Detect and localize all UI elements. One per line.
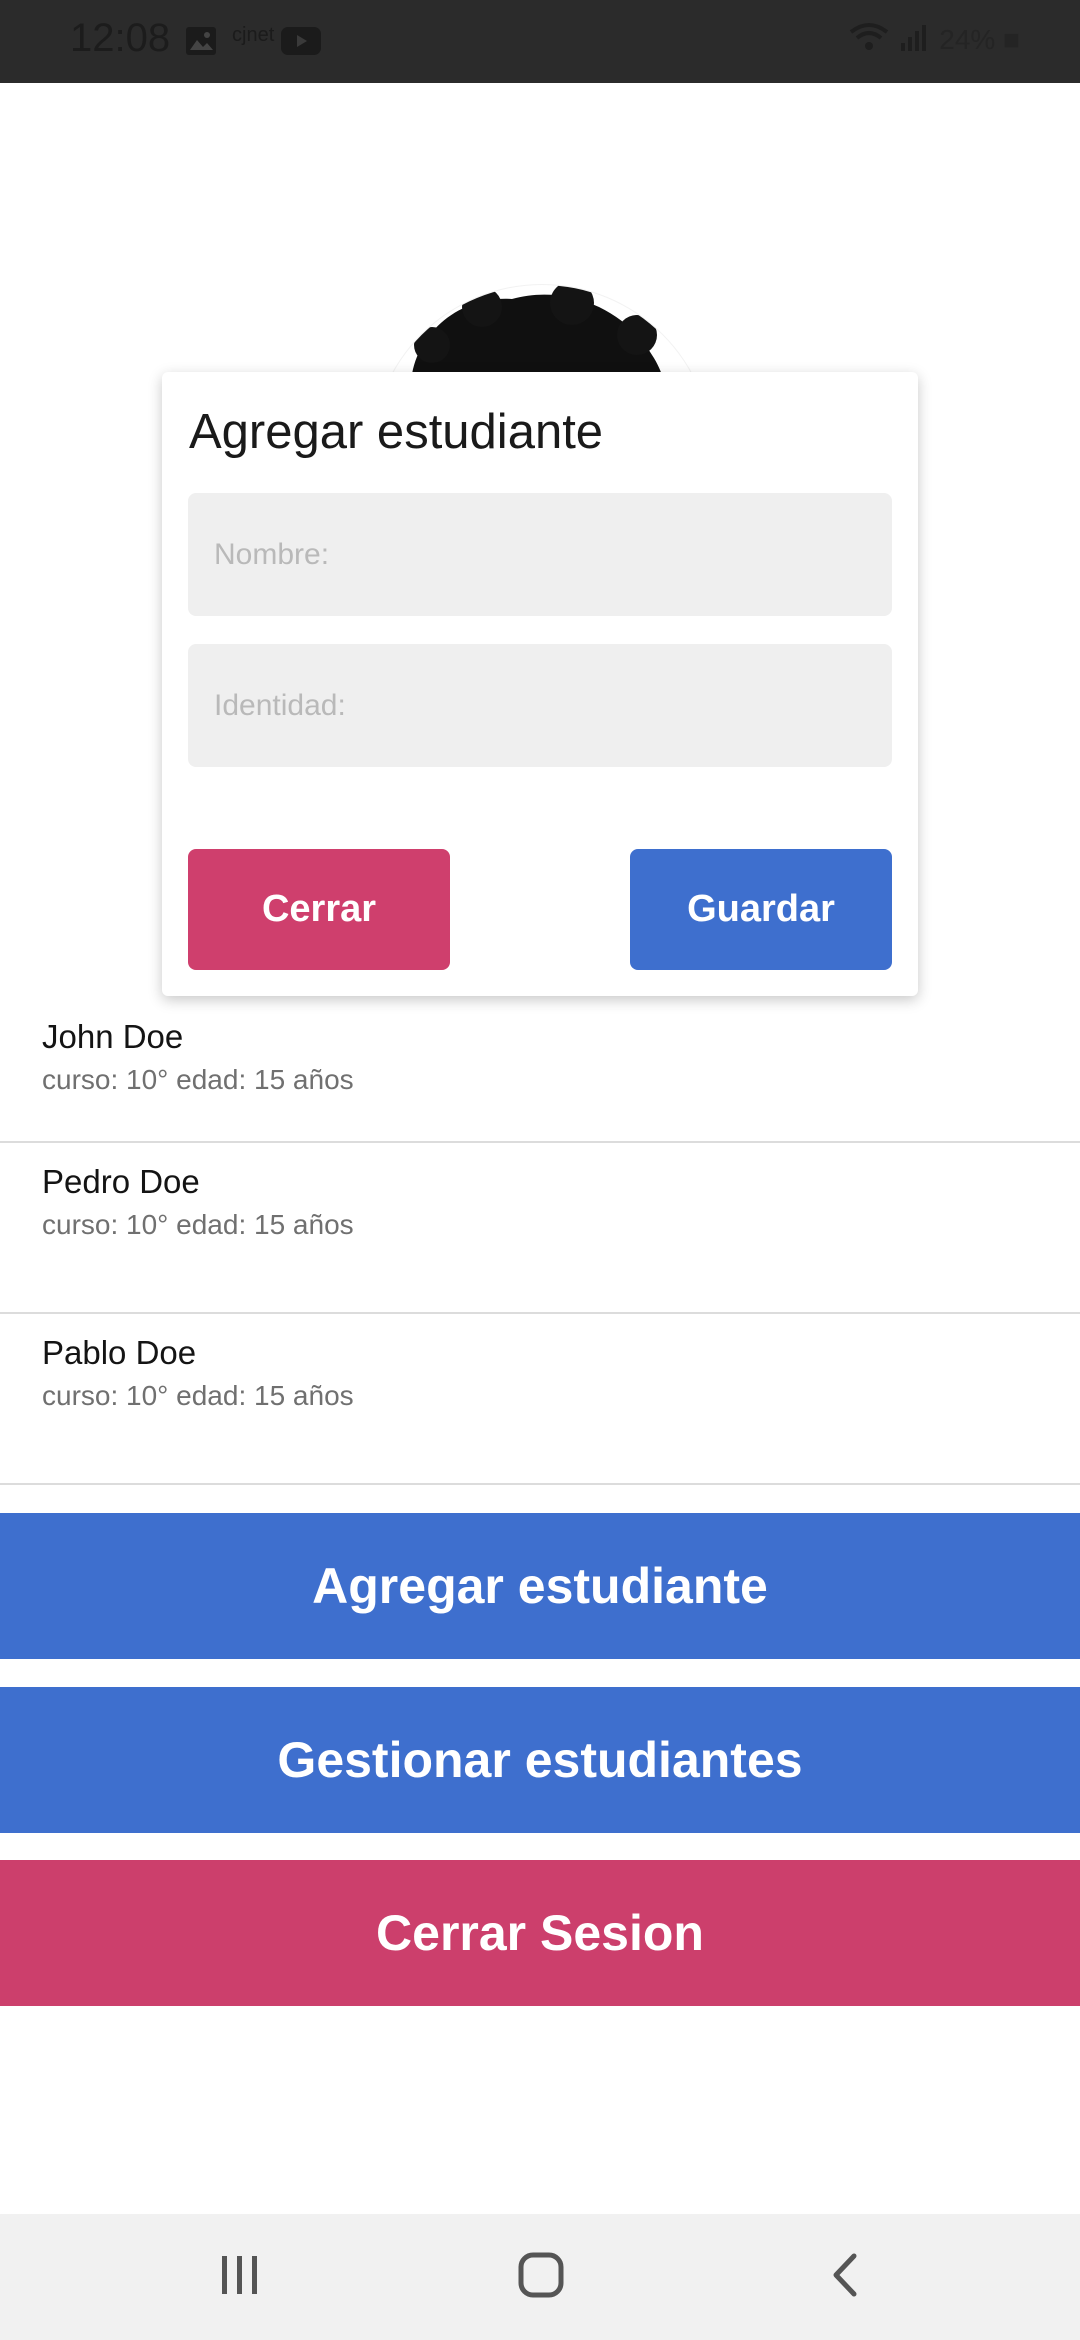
- student-name: Pedro Doe: [42, 1163, 200, 1200]
- add-student-button[interactable]: Agregar estudiante: [0, 1513, 1080, 1659]
- student-meta: curso: 10° edad: 15 años: [42, 1380, 354, 1411]
- close-button[interactable]: Cerrar: [188, 849, 450, 970]
- list-item[interactable]: Pablo Doe curso: 10° edad: 15 años: [0, 1314, 1080, 1485]
- signal-icon: [899, 23, 929, 57]
- list-item[interactable]: Pedro Doe curso: 10° edad: 15 años: [0, 1143, 1080, 1314]
- image-icon: [185, 26, 217, 60]
- status-time: 12:08: [70, 16, 171, 60]
- status-bar: 12:08 cjnet 24% ■: [0, 0, 1080, 83]
- dialog-title: Agregar estudiante: [189, 405, 604, 459]
- youtube-icon: [280, 26, 322, 60]
- manage-students-button[interactable]: Gestionar estudiantes: [0, 1687, 1080, 1833]
- logout-button[interactable]: Cerrar Sesion: [0, 1860, 1080, 2006]
- cjnet-icon: cjnet: [232, 24, 275, 46]
- home-icon[interactable]: [518, 2252, 564, 2302]
- add-student-dialog: Agregar estudiante Cerrar Guardar: [162, 372, 918, 996]
- navigation-bar: [0, 2214, 1080, 2340]
- battery-text: 24% ■: [939, 24, 1020, 55]
- recent-apps-icon[interactable]: [218, 2252, 262, 2302]
- student-meta: curso: 10° edad: 15 años: [42, 1209, 354, 1240]
- wifi-icon: [849, 22, 889, 58]
- status-right: 24% ■: [849, 22, 1020, 58]
- list-item[interactable]: John Doe curso: 10° edad: 15 años: [0, 998, 1080, 1143]
- student-meta: curso: 10° edad: 15 años: [42, 1064, 354, 1095]
- save-button[interactable]: Guardar: [630, 849, 892, 970]
- student-list: John Doe curso: 10° edad: 15 años Pedro …: [0, 998, 1080, 1485]
- student-name: John Doe: [42, 1018, 184, 1055]
- student-name: Pablo Doe: [42, 1334, 197, 1371]
- identity-input[interactable]: [188, 644, 892, 767]
- back-icon[interactable]: [828, 2252, 862, 2302]
- name-input[interactable]: [188, 493, 892, 616]
